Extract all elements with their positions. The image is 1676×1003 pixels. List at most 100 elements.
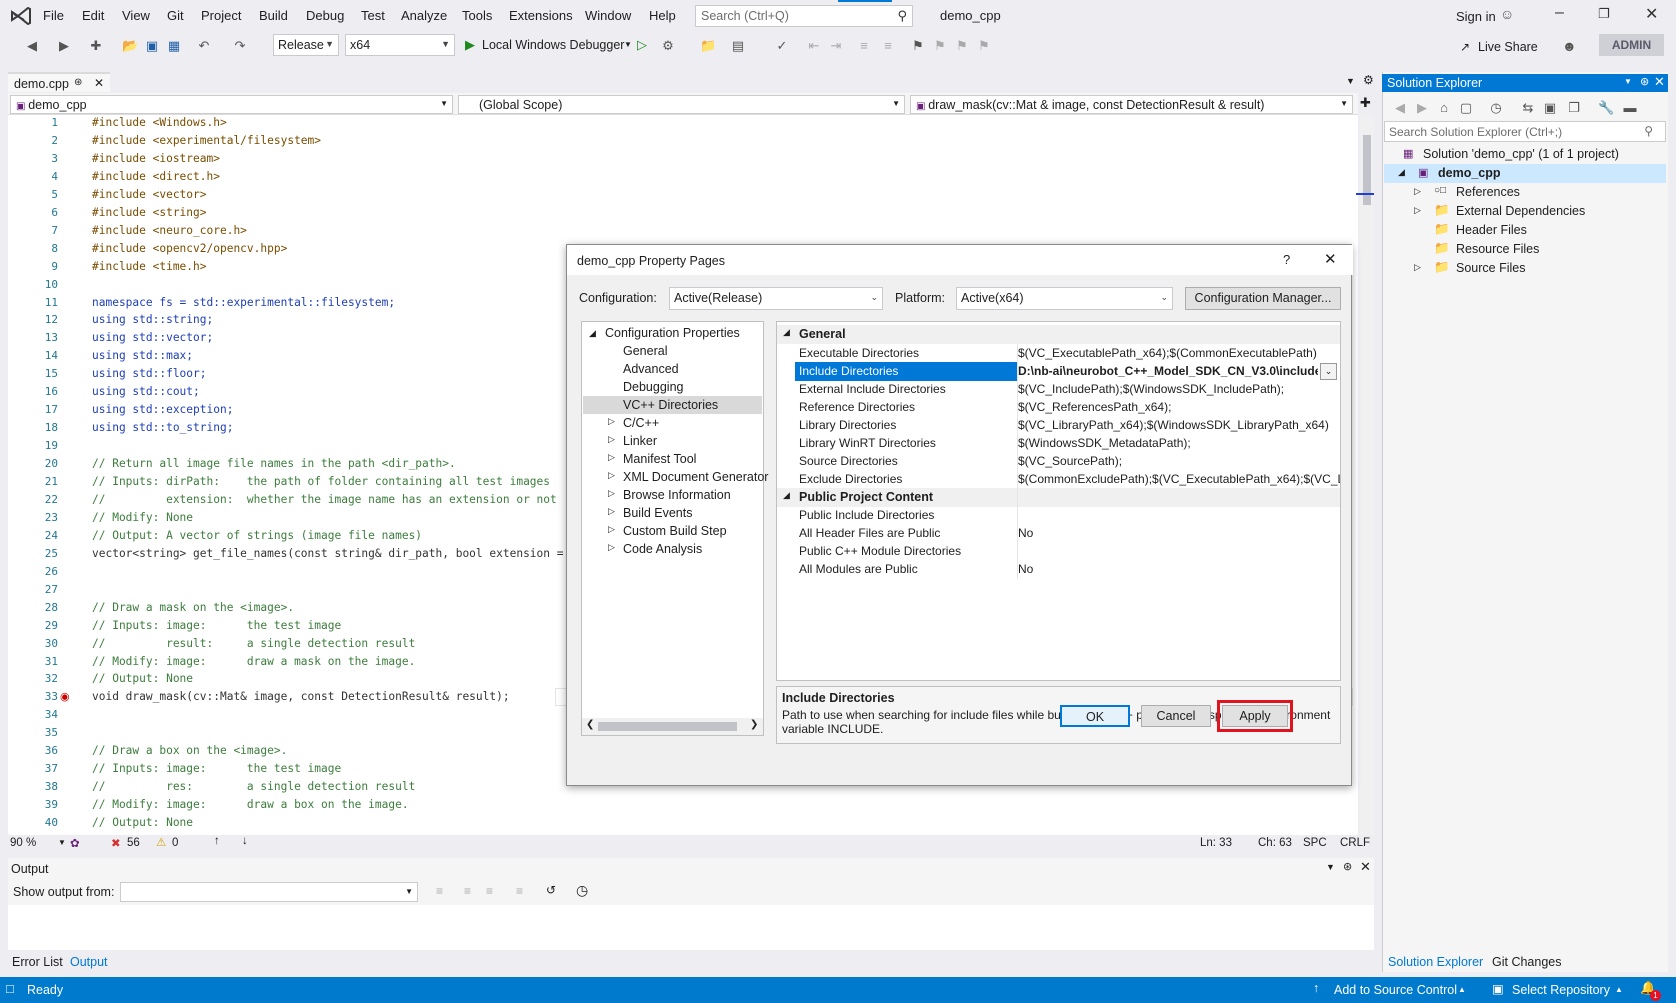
close-dialog-icon[interactable]: ✕ [1324,250,1337,268]
expand-triangle-icon[interactable]: ▷ [608,488,615,499]
prop-include-directories[interactable]: Include Directories D:\nb-ai\neurobot_C+… [777,362,1340,381]
group-public-project-content[interactable]: ◢ Public Project Content [777,488,1340,507]
tab-output[interactable]: Output [70,955,108,969]
menu-extensions[interactable]: Extensions [509,8,573,23]
prop-value[interactable]: $(VC_ExecutablePath_x64);$(CommonExecuta… [1018,346,1340,360]
prop-all-header-files-public[interactable]: All Header Files are Public No [777,524,1340,543]
prop-public-module-directories[interactable]: Public C++ Module Directories [777,542,1340,561]
prop-source-directories[interactable]: Source Directories $(VC_SourcePath); [777,452,1340,471]
live-share-button[interactable]: Live Share [1478,40,1538,54]
tab-git-changes[interactable]: Git Changes [1492,955,1561,969]
hot-reload-icon[interactable]: ⚙ [660,38,676,54]
menu-edit[interactable]: Edit [82,8,104,23]
menu-view[interactable]: View [122,8,150,23]
prop-value[interactable]: No [1018,562,1340,576]
prop-exclude-directories[interactable]: Exclude Directories $(CommonExcludePath);… [777,470,1340,489]
prop-value[interactable]: $(VC_SourcePath); [1018,454,1340,468]
prop-value[interactable]: $(VC_LibraryPath_x64);$(WindowsSDK_Libra… [1018,418,1340,432]
scroll-right-icon[interactable]: ❯ [750,719,758,730]
collapse-triangle-icon[interactable]: ◢ [783,327,790,338]
tree-xml-document-generator[interactable]: XML Document Generator [623,470,768,484]
tab-list-chevron-icon[interactable]: ▼ [1346,76,1355,86]
start-without-debug-icon[interactable]: ▷ [637,37,647,53]
expand-triangle-icon[interactable]: ▷ [608,416,615,427]
live-share-icon[interactable]: ↗ [1460,40,1470,54]
start-debugger-button[interactable]: Local Windows Debugger [482,38,624,52]
expand-triangle-icon[interactable]: ▷ [1414,205,1421,216]
forward-icon[interactable]: ▶ [56,38,72,54]
preview-icon[interactable]: ▬ [1622,100,1638,116]
bookmark-icon[interactable]: ⚑ [910,38,926,54]
chevron-down-icon[interactable]: ▼ [1326,862,1335,872]
browse-icon[interactable]: 📁 [700,38,716,54]
tree-configuration-properties[interactable]: Configuration Properties [605,326,740,340]
prop-value[interactable]: No [1018,526,1340,540]
expand-triangle-icon[interactable]: ▷ [1414,186,1421,197]
save-icon[interactable]: ▣ [144,38,160,54]
tree-build-events[interactable]: Build Events [623,506,692,520]
tree-horizontal-scrollbar[interactable]: ❮ ❯ [582,718,763,735]
undo-icon[interactable]: ↶ [196,38,212,54]
tree-custom-build-step[interactable]: Custom Build Step [623,524,727,538]
group-general[interactable]: ◢ General [777,325,1340,344]
prop-value-input[interactable]: D:\nb-ai\neurobot_C++_Model_SDK_CN_V3.0\… [1018,364,1318,378]
chevron-up-icon[interactable]: ▲ [1615,985,1623,994]
pin-icon[interactable]: ⊛ [74,77,82,88]
new-item-icon[interactable]: ✚ [88,38,104,54]
switch-views-icon[interactable]: ▢ [1458,100,1474,116]
account-icon[interactable]: ☻ [1562,38,1577,54]
document-tab-demo-cpp[interactable]: demo.cpp ⊛ ✕ [8,72,110,92]
add-to-source-control[interactable]: Add to Source Control [1334,983,1457,997]
platform-select[interactable]: Active(x64) ⌄ [956,287,1173,310]
tree-vcpp-directories[interactable]: VC++ Directories [623,398,718,412]
line-ending[interactable]: CRLF [1340,837,1370,849]
collapse-triangle-icon[interactable]: ◢ [589,328,596,339]
split-editor-icon[interactable]: ✚ [1360,95,1371,111]
menu-help[interactable]: Help [649,8,676,23]
settings-gear-icon[interactable]: ⚙ [1363,73,1374,87]
warning-count[interactable]: 0 [172,837,178,849]
minimize-icon[interactable]: – [1555,4,1564,22]
expand-triangle-icon[interactable]: ▷ [608,524,615,535]
expand-triangle-icon[interactable]: ▷ [608,434,615,445]
close-icon[interactable]: ✕ [1654,74,1665,90]
prop-library-directories[interactable]: Library Directories $(VC_LibraryPath_x64)… [777,416,1340,435]
platform-combo[interactable]: x64 ▼ [345,34,455,56]
redo-icon[interactable]: ↷ [232,38,248,54]
show-all-files-icon[interactable]: ❐ [1566,100,1582,116]
chevron-down-icon[interactable]: ▼ [1624,77,1632,86]
prop-dropdown-chevron-icon[interactable]: ⌄ [1320,363,1337,380]
prop-library-winrt-directories[interactable]: Library WinRT Directories $(WindowsSDK_Me… [777,434,1340,453]
prop-value[interactable]: $(VC_IncludePath);$(WindowsSDK_IncludePa… [1018,382,1340,396]
save-all-icon[interactable]: ▦ [166,38,182,54]
properties-icon[interactable]: 🔧 [1598,100,1614,116]
prop-value[interactable]: $(VC_ReferencesPath_x64); [1018,400,1340,414]
expand-triangle-icon[interactable]: ▷ [608,542,615,553]
cancel-button[interactable]: Cancel [1141,705,1211,727]
tree-advanced[interactable]: Advanced [623,362,679,376]
prop-external-include-directories[interactable]: External Include Directories $(VC_Include… [777,380,1340,399]
pin-icon[interactable]: ⊛ [1640,75,1649,88]
select-repository[interactable]: Select Repository [1512,983,1610,997]
intellicode-icon[interactable]: ✿ [70,836,80,850]
pin-icon[interactable]: ⊛ [1343,860,1352,873]
close-tab-icon[interactable]: ✕ [94,76,104,90]
spellcheck-icon[interactable]: ✓ [774,38,790,54]
expanded-triangle-icon[interactable]: ◢ [1398,167,1405,178]
prop-executable-directories[interactable]: Executable Directories $(VC_ExecutablePat… [777,344,1340,363]
menu-file[interactable]: File [43,8,64,23]
zoom-level[interactable]: 90 % [10,837,36,849]
header-files-node[interactable]: Header Files [1456,223,1527,237]
menu-build[interactable]: Build [259,8,288,23]
sync-icon[interactable]: ⇆ [1520,100,1536,116]
home-icon[interactable]: ⌂ [1436,100,1452,116]
output-source-select[interactable]: ▼ [120,882,418,902]
editor-vertical-scrollbar[interactable] [1360,115,1374,835]
back-icon[interactable]: ◀ [24,38,40,54]
solution-search-input[interactable]: Search Solution Explorer (Ctrl+;) ⚲ [1384,121,1666,142]
scope-nav-combo[interactable]: (Global Scope) ▼ [458,95,905,114]
menu-tools[interactable]: Tools [462,8,492,23]
tree-debugging[interactable]: Debugging [623,380,683,394]
collapse-all-icon[interactable]: ▣ [1542,100,1558,116]
tree-linker[interactable]: Linker [623,434,657,448]
